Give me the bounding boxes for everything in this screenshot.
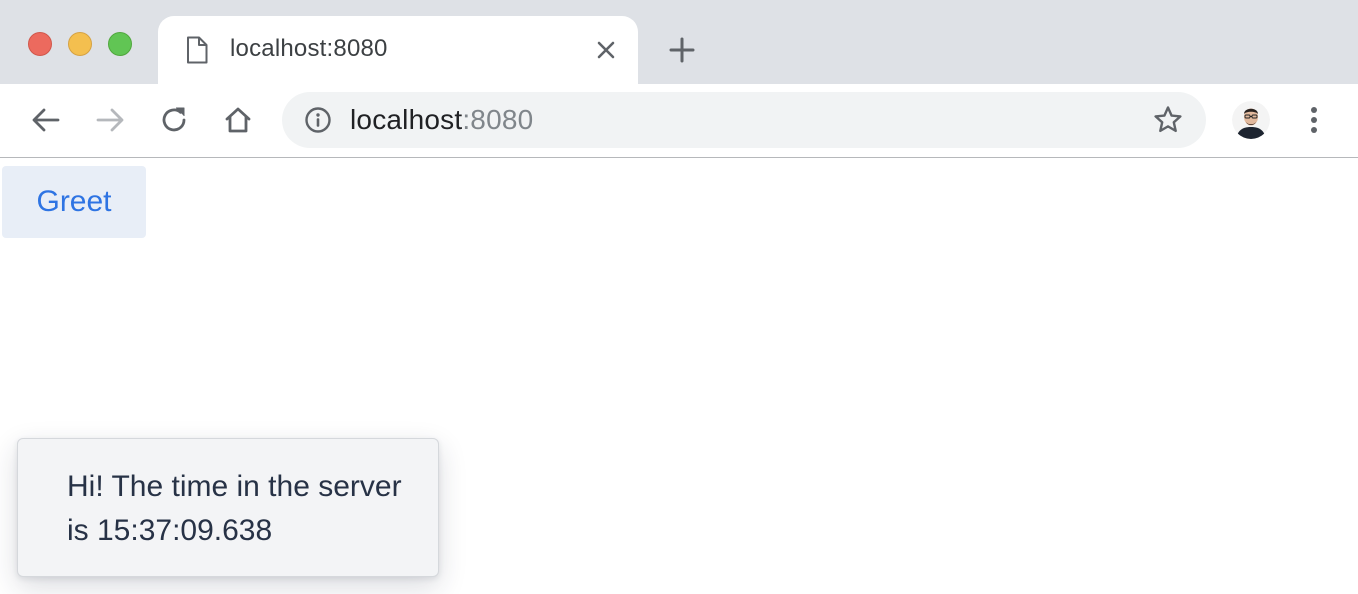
address-bar[interactable]: localhost:8080 bbox=[282, 92, 1206, 148]
close-window-button[interactable] bbox=[28, 32, 52, 56]
notification-text: Hi! The time in the server is 15:37:09.6… bbox=[67, 470, 402, 547]
more-vertical-icon[interactable] bbox=[1300, 102, 1328, 138]
close-tab-icon[interactable] bbox=[594, 38, 618, 62]
plus-icon[interactable] bbox=[666, 34, 698, 66]
profile-avatar[interactable] bbox=[1232, 101, 1270, 139]
notification-card: Hi! The time in the server is 15:37:09.6… bbox=[17, 438, 439, 577]
url-port: :8080 bbox=[462, 104, 534, 135]
maximize-window-button[interactable] bbox=[108, 32, 132, 56]
star-icon[interactable] bbox=[1152, 104, 1184, 136]
tab-strip: localhost:8080 bbox=[0, 0, 1358, 84]
tab-title: localhost:8080 bbox=[230, 35, 388, 62]
info-icon[interactable] bbox=[304, 106, 332, 134]
arrow-left-icon[interactable] bbox=[28, 102, 64, 138]
minimize-window-button[interactable] bbox=[68, 32, 92, 56]
tab-localhost[interactable]: localhost:8080 bbox=[158, 16, 638, 84]
file-icon bbox=[187, 36, 208, 64]
arrow-right-icon[interactable] bbox=[92, 102, 128, 138]
url-text[interactable]: localhost:8080 bbox=[350, 104, 533, 136]
browser-toolbar: localhost:8080 bbox=[0, 84, 1358, 158]
url-host: localhost bbox=[350, 104, 463, 135]
home-icon[interactable] bbox=[220, 102, 256, 138]
reload-icon[interactable] bbox=[156, 102, 192, 138]
greet-button[interactable]: Greet bbox=[2, 166, 146, 238]
browser-window: localhost:8080 localhost:8080 Greet Hi! … bbox=[0, 0, 1358, 594]
